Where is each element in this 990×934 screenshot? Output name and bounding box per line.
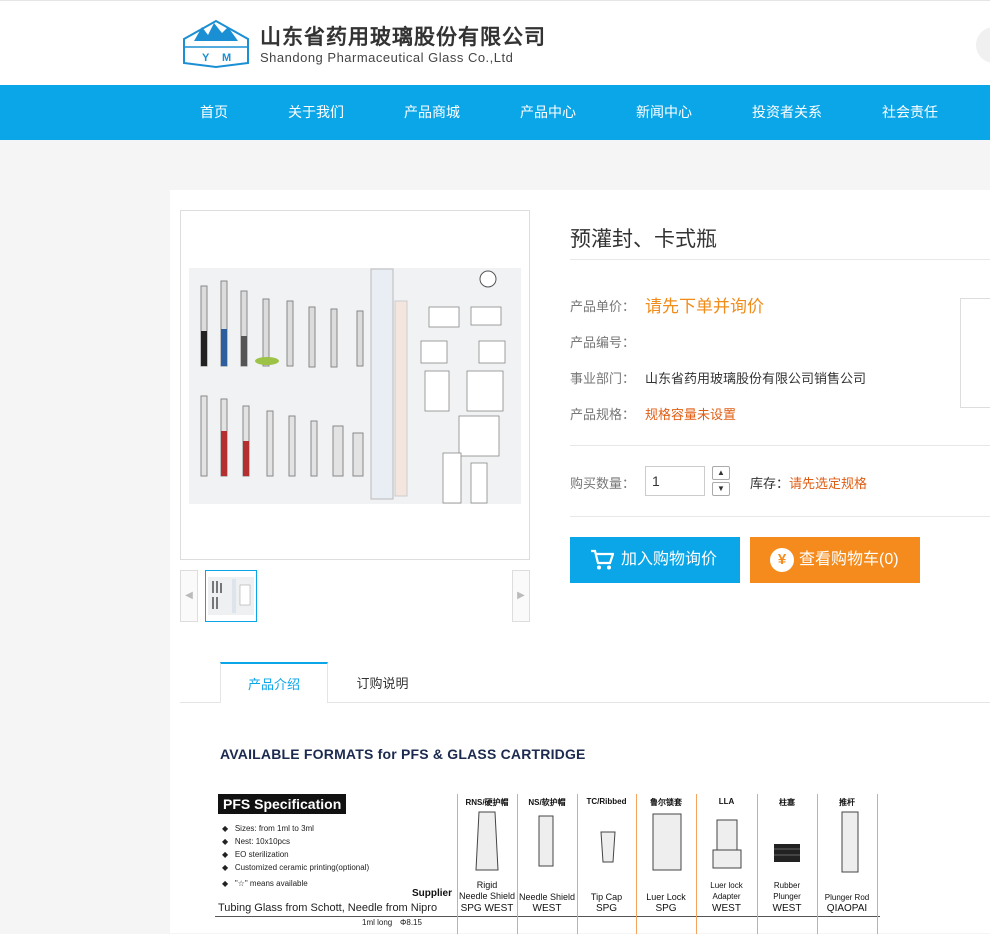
cart-icon: [591, 549, 614, 570]
spec-col-sub-text: Tip Cap: [590, 892, 623, 902]
spec-bullet: ◆ Customized ceramic printing(optional): [222, 863, 370, 872]
nav-item-csr[interactable]: 社会责任: [870, 85, 950, 140]
spec-bullet-text: EO sterilization: [234, 850, 289, 859]
nav-item-home[interactable]: 首页: [184, 85, 244, 140]
spec-bullet-text: Nest: 10x10pcs: [234, 837, 290, 846]
spec-col-divider: [877, 794, 878, 934]
spec-col-head: 鲁尔锁套: [650, 798, 682, 807]
spec-col-sub: Luer lock Adapter: [696, 880, 757, 902]
spec-col-sub-text: Plunger Rod: [824, 893, 870, 902]
spec-col-supplier: SPG: [595, 903, 618, 914]
spec-value[interactable]: 规格容量未设置: [645, 404, 736, 423]
thumbnail-image[interactable]: [205, 570, 257, 622]
logo-letter-m: M: [222, 52, 231, 64]
thumbnail-photo: [208, 577, 254, 615]
spec-col-sub: Luer Lock: [636, 892, 696, 903]
divider: [570, 516, 990, 517]
divider: [570, 445, 990, 446]
tubing-note: Tubing Glass from Schott, Needle from Ni…: [218, 902, 438, 914]
spec-col-head: NS/软护帽: [528, 798, 566, 807]
spec-bullet-text: Customized ceramic printing(optional): [234, 863, 370, 872]
product-main-image[interactable]: [180, 210, 530, 560]
spec-col-supplier: SPG: [655, 903, 677, 914]
spec-bullet: ◆ Nest: 10x10pcs: [222, 837, 290, 846]
spec-sheet-title: AVAILABLE FORMATS for PFS & GLASS CARTRI…: [220, 746, 586, 762]
spec-col-supplier: QIAOPAI: [826, 903, 868, 914]
spec-bullet: ◆ "☆" means available: [222, 879, 308, 888]
view-cart-label: 查看购物车(0): [799, 551, 899, 568]
size-cell: Φ8.15: [400, 918, 422, 927]
tab-product-intro[interactable]: 产品介绍: [220, 662, 328, 703]
spec-col-supplier: WEST: [772, 903, 802, 914]
spec-col-sub-text: Needle Shield: [518, 892, 576, 902]
spec-col-sub: Needle Shield: [517, 892, 577, 903]
company-name-en: Shandong Pharmaceutical Glass Co.,Ltd: [260, 50, 514, 65]
nav-item-investors[interactable]: 投资者关系: [744, 85, 830, 140]
divider: [570, 259, 990, 260]
spec-col-head: LLA: [718, 797, 735, 806]
add-to-cart-label: 加入购物询价: [621, 551, 718, 568]
spec-col-sub-text: Rubber Plunger: [773, 881, 801, 901]
stock-value: 请先选定规格: [789, 476, 868, 491]
nav-item-about[interactable]: 关于我们: [276, 85, 356, 140]
spec-col-supplier: WEST: [712, 903, 741, 914]
side-panel: [960, 298, 990, 408]
dept-value: 山东省药用玻璃股份有限公司销售公司: [645, 371, 867, 386]
spec-col-sub-text: Luer Lock: [646, 892, 686, 902]
main-nav: 首页 关于我们 产品商城 产品中心 新闻中心 投资者关系 社会责任: [0, 85, 990, 140]
company-name-cn: 山东省药用玻璃股份有限公司: [260, 26, 546, 49]
thumb-prev-arrow-icon[interactable]: ◀: [180, 570, 198, 622]
spec-col-supplier: WEST: [532, 903, 562, 914]
spec-col-sub-text: Rigid Needle Shield: [458, 880, 516, 901]
supplier-label: Supplier: [412, 888, 453, 899]
spec-col-sub-text: Luer lock Adapter: [710, 881, 743, 901]
header-round-button[interactable]: [976, 27, 990, 63]
qty-increase-icon[interactable]: ▲: [712, 466, 730, 480]
site-header: Y M 山东省药用玻璃股份有限公司 Shandong Pharmaceutica…: [0, 0, 990, 85]
spec-bullet-text: "☆" means available: [234, 879, 308, 888]
spec-bullet: ◆ Sizes: from 1ml to 3ml: [222, 824, 314, 833]
spec-col-sub: Tip Cap: [577, 892, 636, 903]
spec-col-sub: Plunger Rod: [817, 892, 877, 903]
spec-col-head: TC/Ribbed: [586, 797, 627, 806]
spec-table-line: [215, 916, 880, 917]
price-value: 请先下单并询价: [645, 297, 764, 316]
product-title: 预灌封、卡式瓶: [570, 228, 717, 251]
spec-col-head: 柱塞: [779, 798, 795, 807]
yen-icon: ¥: [770, 548, 794, 572]
thumbnail-strip: ◀ ▶: [180, 570, 530, 622]
component-drawings: [475, 811, 859, 873]
nav-item-products[interactable]: 产品中心: [508, 85, 588, 140]
spec-col-supplier: SPG WEST: [460, 903, 514, 914]
spec-label: 产品规格：: [570, 407, 636, 422]
logo-letter-y: Y: [202, 52, 210, 64]
spec-col-head: RNS/硬护帽: [465, 798, 509, 807]
thumb-next-arrow-icon[interactable]: ▶: [512, 570, 530, 622]
nav-item-news[interactable]: 新闻中心: [624, 85, 704, 140]
spec-col-head: 推杆: [839, 798, 855, 807]
company-logo[interactable]: Y M: [180, 17, 252, 69]
dept-label: 事业部门：: [570, 371, 636, 386]
spec-col-sub: Rubber Plunger: [757, 880, 817, 902]
tab-order-instructions[interactable]: 订购说明: [330, 662, 435, 703]
pfs-spec-heading: PFS Specification: [218, 794, 347, 814]
spec-bullet-text: Sizes: from 1ml to 3ml: [234, 824, 314, 833]
nav-item-mall[interactable]: 产品商城: [392, 85, 472, 140]
qty-decrease-icon[interactable]: ▼: [712, 482, 730, 496]
spec-col-sub: Rigid Needle Shield: [457, 880, 517, 902]
stock-info: 库存：请先选定规格: [750, 473, 867, 492]
product-photo: [189, 268, 521, 504]
add-to-cart-button[interactable]: 加入购物询价: [570, 537, 740, 583]
qty-label: 购买数量：: [570, 476, 636, 491]
stock-label: 库存：: [750, 476, 790, 491]
view-cart-button[interactable]: ¥ 查看购物车(0): [750, 537, 920, 583]
quantity-input[interactable]: [645, 466, 705, 496]
price-label: 产品单价：: [570, 299, 636, 314]
spec-bullet: ◆ EO sterilization: [222, 850, 289, 859]
code-label: 产品编号：: [570, 335, 636, 350]
size-cell: 1ml long: [362, 918, 393, 927]
